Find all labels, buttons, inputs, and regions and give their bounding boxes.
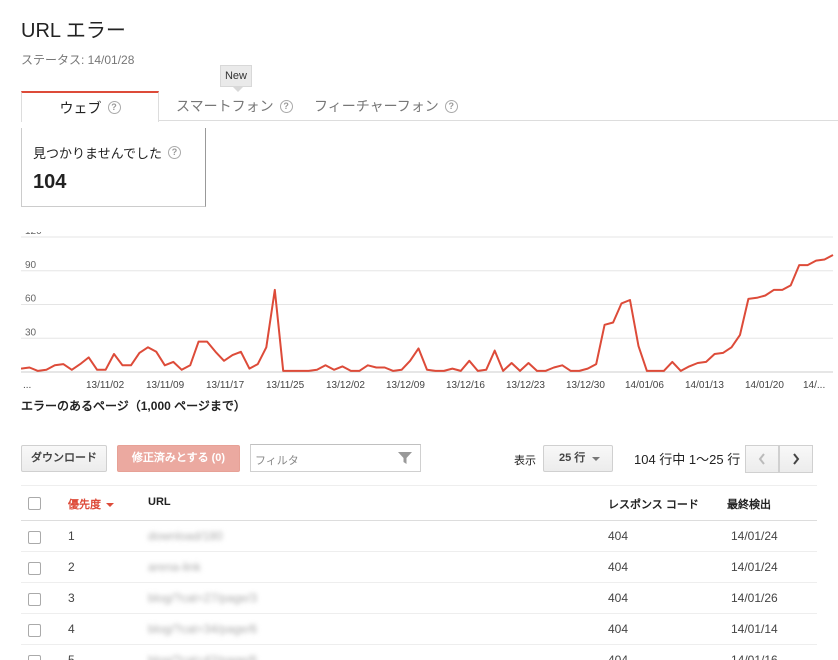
detected-column-header[interactable]: 最終検出: [727, 496, 771, 512]
response-code-cell: 404: [608, 529, 629, 543]
x-tick-label: 13/12/23: [506, 380, 545, 391]
errors-line-chart: 120 90 60 30... 13/11/02 13/11/09 13/11/17 13/1…: [21, 232, 834, 391]
priority-cell: 3: [68, 591, 75, 605]
x-tick-label: 14/01/20: [745, 380, 784, 391]
chart-caption: エラーのあるページ（1,000 ページまで）: [21, 399, 246, 413]
detected-date-cell: 14/01/26: [731, 591, 778, 605]
x-tick-label: 13/11/17: [206, 380, 245, 391]
tab-bar: ウェブ ? スマートフォン ? フィーチャーフォン ?: [21, 91, 838, 122]
table-row[interactable]: 5 blog/?cat=42/page/6 404 14/01/16: [21, 645, 817, 660]
status-text: ステータス: 14/01/28: [21, 53, 135, 67]
url-cell[interactable]: download/180: [148, 529, 223, 543]
tab-label: スマートフォン: [176, 98, 274, 114]
detected-date-cell: 14/01/24: [731, 560, 778, 574]
x-tick-label: 14/01/06: [625, 380, 664, 391]
url-column-header[interactable]: URL: [148, 496, 171, 508]
priority-cell: 5: [68, 653, 75, 660]
x-tick-label: 14/01/13: [685, 380, 724, 391]
x-tick-label: 13/12/02: [326, 380, 365, 391]
mark-fixed-button[interactable]: 修正済みとする (0): [117, 445, 240, 472]
not-found-metric-card[interactable]: 見つかりませんでした ? 104: [21, 128, 206, 207]
priority-cell: 1: [68, 529, 75, 543]
y-tick-label: 90: [25, 260, 37, 271]
previous-page-button[interactable]: [745, 445, 779, 473]
x-tick-label: 14/...: [803, 380, 825, 391]
table-header: 優先度 URL レスポンス コード 最終検出: [21, 485, 817, 521]
tab-smartphone[interactable]: スマートフォン ?: [176, 91, 293, 121]
detected-date-cell: 14/01/14: [731, 622, 778, 636]
row-checkbox[interactable]: [28, 593, 41, 606]
priority-column-header[interactable]: 優先度: [68, 496, 114, 512]
x-tick-label: 13/12/09: [386, 380, 425, 391]
metric-label-text: 見つかりませんでした: [33, 146, 162, 161]
priority-cell: 2: [68, 560, 75, 574]
next-page-button[interactable]: [779, 445, 813, 473]
response-code-cell: 404: [608, 622, 629, 636]
help-icon[interactable]: ?: [279, 99, 293, 113]
rows-per-page-select[interactable]: 25 行: [543, 445, 613, 472]
show-label: 表示: [514, 455, 536, 467]
y-tick-label: 60: [25, 294, 37, 305]
metric-label: 見つかりませんでした ?: [33, 143, 181, 162]
help-icon[interactable]: ?: [444, 99, 458, 113]
errors-table: 優先度 URL レスポンス コード 最終検出 1 download/180 404 1…: [21, 485, 817, 660]
x-tick-label: 13/12/30: [566, 380, 605, 391]
url-cell[interactable]: blog/?cat=34/page/6: [148, 622, 257, 636]
filter-placeholder: フィルタ: [255, 455, 299, 467]
response-code-column-header[interactable]: レスポンス コード: [608, 496, 699, 512]
select-all-checkbox[interactable]: [28, 497, 41, 510]
row-checkbox[interactable]: [28, 624, 41, 637]
response-code-cell: 404: [608, 591, 629, 605]
help-icon[interactable]: ?: [167, 146, 181, 159]
filter-icon: [398, 452, 412, 464]
chevron-left-icon: [758, 453, 765, 465]
filter-input[interactable]: フィルタ: [250, 444, 421, 472]
detected-date-cell: 14/01/24: [731, 529, 778, 543]
tab-featurephone[interactable]: フィーチャーフォン ?: [314, 91, 458, 121]
rows-per-page-value: 25 行: [559, 452, 586, 464]
table-row[interactable]: 1 download/180 404 14/01/24: [21, 521, 817, 552]
priority-cell: 4: [68, 622, 75, 636]
row-checkbox[interactable]: [28, 655, 41, 660]
url-cell[interactable]: arena-link: [148, 560, 201, 574]
priority-header-label: 優先度: [68, 499, 101, 511]
row-checkbox[interactable]: [28, 531, 41, 544]
detected-date-cell: 14/01/16: [731, 653, 778, 660]
response-code-cell: 404: [608, 560, 629, 574]
sort-desc-icon: [106, 503, 114, 507]
url-cell[interactable]: blog/?cat=42/page/6: [148, 653, 257, 660]
x-tick-label: 13/11/02: [86, 380, 125, 391]
new-badge: New: [220, 65, 252, 92]
table-row[interactable]: 4 blog/?cat=34/page/6 404 14/01/14: [21, 614, 817, 645]
download-button[interactable]: ダウンロード: [21, 445, 107, 472]
y-tick-label: 120: [25, 232, 42, 237]
response-code-cell: 404: [608, 653, 629, 660]
pagination-range: 104 行中 1〜25 行: [634, 452, 741, 467]
url-cell[interactable]: blog/?cat=27/page/3: [148, 591, 257, 605]
x-tick-label: 13/11/09: [146, 380, 185, 391]
x-tick-label: ...: [23, 380, 31, 391]
chevron-down-icon: [592, 457, 600, 461]
x-tick-label: 13/11/25: [266, 380, 305, 391]
help-icon[interactable]: ?: [107, 101, 121, 114]
row-checkbox[interactable]: [28, 562, 41, 575]
metric-value: 104: [33, 171, 67, 193]
tab-label: フィーチャーフォン: [314, 98, 439, 114]
tab-web[interactable]: ウェブ ?: [21, 91, 159, 122]
x-tick-label: 13/12/16: [446, 380, 485, 391]
page-title: URL エラー: [21, 20, 126, 42]
y-tick-label: 30: [25, 327, 37, 338]
table-row[interactable]: 3 blog/?cat=27/page/3 404 14/01/26: [21, 583, 817, 614]
error-count-series-line[interactable]: [21, 254, 834, 372]
tab-label: ウェブ: [59, 99, 102, 116]
chevron-right-icon: [793, 453, 800, 465]
table-row[interactable]: 2 arena-link 404 14/01/24: [21, 552, 817, 583]
